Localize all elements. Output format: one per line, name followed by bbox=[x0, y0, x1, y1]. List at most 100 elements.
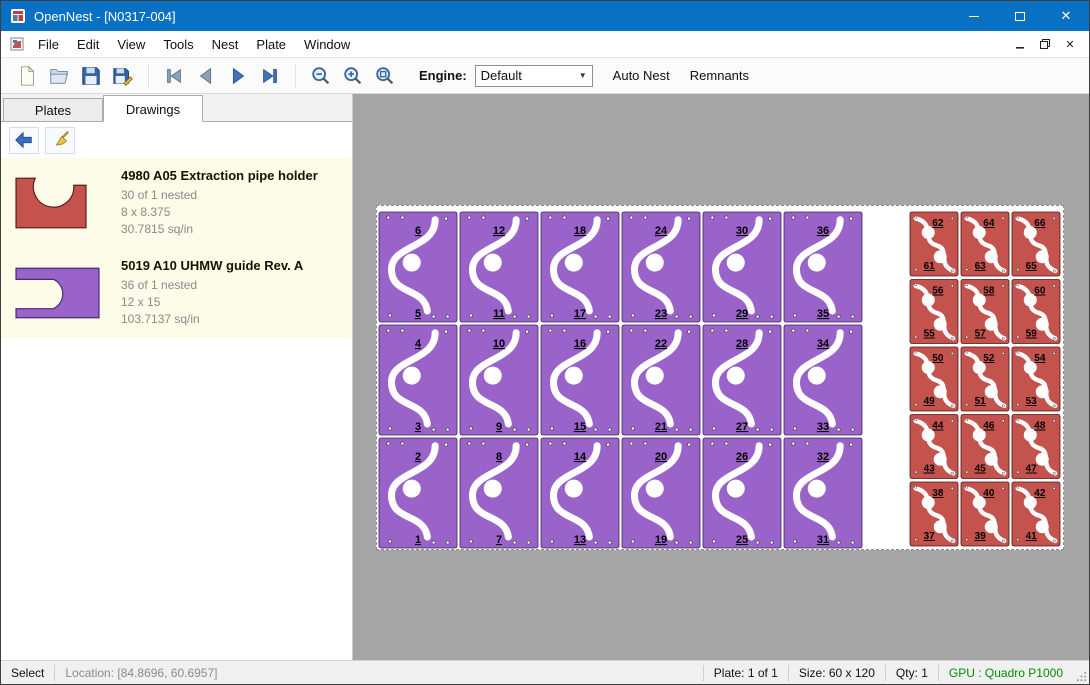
nest-canvas[interactable]: 6512111817242330293635431091615222128273… bbox=[353, 94, 1089, 660]
part-number[interactable]: 45 bbox=[975, 464, 987, 475]
mdi-restore-button[interactable] bbox=[1034, 34, 1056, 54]
part-number[interactable]: 41 bbox=[1026, 531, 1038, 542]
part-number[interactable]: 11 bbox=[493, 308, 505, 320]
minimize-button[interactable] bbox=[951, 1, 997, 31]
part-number[interactable]: 60 bbox=[1034, 286, 1046, 297]
part-number[interactable]: 57 bbox=[975, 329, 987, 340]
previous-plate-button[interactable] bbox=[190, 61, 222, 91]
menu-item-plate[interactable]: Plate bbox=[247, 32, 295, 57]
menu-item-view[interactable]: View bbox=[108, 32, 154, 57]
part-number[interactable]: 46 bbox=[983, 421, 995, 432]
part-number[interactable]: 63 bbox=[975, 261, 987, 272]
part-number[interactable]: 19 bbox=[655, 534, 667, 546]
part-number[interactable]: 4 bbox=[415, 338, 422, 350]
zoom-out-button[interactable] bbox=[305, 61, 337, 91]
resize-grip[interactable] bbox=[1073, 661, 1089, 684]
part-number[interactable]: 25 bbox=[736, 534, 748, 546]
part-number[interactable]: 47 bbox=[1026, 464, 1038, 475]
menu-item-edit[interactable]: Edit bbox=[68, 32, 108, 57]
engine-select[interactable]: Default ▼ bbox=[475, 65, 593, 87]
part-number[interactable]: 26 bbox=[736, 451, 748, 463]
part-number[interactable]: 56 bbox=[932, 286, 944, 297]
menu-item-window[interactable]: Window bbox=[295, 32, 359, 57]
menu-item-nest[interactable]: Nest bbox=[203, 32, 248, 57]
part-number[interactable]: 55 bbox=[924, 329, 936, 340]
part-number[interactable]: 10 bbox=[493, 338, 505, 350]
part-number[interactable]: 43 bbox=[924, 464, 936, 475]
part-number[interactable]: 53 bbox=[1026, 396, 1038, 407]
menu-item-file[interactable]: File bbox=[29, 32, 68, 57]
part-number[interactable]: 27 bbox=[736, 421, 748, 433]
first-plate-button[interactable] bbox=[158, 61, 190, 91]
tab-plates[interactable]: Plates bbox=[3, 98, 103, 121]
part-number[interactable]: 54 bbox=[1034, 353, 1046, 364]
part-number[interactable]: 66 bbox=[1034, 218, 1046, 229]
menu-item-tools[interactable]: Tools bbox=[154, 32, 202, 57]
last-plate-button[interactable] bbox=[254, 61, 286, 91]
part-number[interactable]: 33 bbox=[817, 421, 829, 433]
part-number[interactable]: 16 bbox=[574, 338, 586, 350]
tab-drawings[interactable]: Drawings bbox=[103, 95, 203, 122]
part-number[interactable]: 35 bbox=[817, 308, 829, 320]
part-number[interactable]: 18 bbox=[574, 225, 586, 237]
next-plate-button[interactable] bbox=[222, 61, 254, 91]
part-number[interactable]: 40 bbox=[983, 488, 995, 499]
part-number[interactable]: 28 bbox=[736, 338, 748, 350]
part-number[interactable]: 39 bbox=[975, 531, 987, 542]
new-file-button[interactable] bbox=[11, 61, 43, 91]
part-number[interactable]: 64 bbox=[983, 218, 995, 229]
close-button[interactable]: ✕ bbox=[1043, 1, 1089, 31]
part-number[interactable]: 59 bbox=[1026, 329, 1038, 340]
part-number[interactable]: 61 bbox=[924, 261, 936, 272]
part-number[interactable]: 50 bbox=[932, 353, 944, 364]
part-number[interactable]: 12 bbox=[493, 225, 505, 237]
part-number[interactable]: 65 bbox=[1026, 261, 1038, 272]
part-number[interactable]: 2 bbox=[415, 451, 421, 463]
part-number[interactable]: 23 bbox=[655, 308, 667, 320]
list-item-drawing-2[interactable]: 5019 A10 UHMW guide Rev. A 36 of 1 neste… bbox=[1, 248, 352, 338]
part-number[interactable]: 58 bbox=[983, 286, 995, 297]
part-number[interactable]: 13 bbox=[574, 534, 586, 546]
part-number[interactable]: 31 bbox=[817, 534, 829, 546]
remnants-button[interactable]: Remnants bbox=[690, 68, 749, 83]
part-number[interactable]: 20 bbox=[655, 451, 667, 463]
part-number[interactable]: 14 bbox=[574, 451, 587, 463]
mdi-minimize-button[interactable] bbox=[1009, 34, 1031, 54]
part-number[interactable]: 62 bbox=[932, 218, 944, 229]
part-number[interactable]: 38 bbox=[932, 488, 944, 499]
part-number[interactable]: 1 bbox=[415, 534, 421, 546]
part-number[interactable]: 8 bbox=[496, 451, 502, 463]
zoom-in-button[interactable] bbox=[337, 61, 369, 91]
import-button[interactable] bbox=[9, 127, 39, 154]
part-number[interactable]: 44 bbox=[932, 421, 944, 432]
part-number[interactable]: 30 bbox=[736, 225, 748, 237]
zoom-fit-button[interactable] bbox=[369, 61, 401, 91]
part-number[interactable]: 37 bbox=[924, 531, 936, 542]
clean-button[interactable] bbox=[45, 127, 75, 154]
part-number[interactable]: 9 bbox=[496, 421, 502, 433]
part-number[interactable]: 48 bbox=[1034, 421, 1046, 432]
part-number[interactable]: 52 bbox=[983, 353, 995, 364]
open-file-button[interactable] bbox=[43, 61, 75, 91]
part-number[interactable]: 21 bbox=[655, 421, 667, 433]
part-number[interactable]: 49 bbox=[924, 396, 936, 407]
maximize-button[interactable] bbox=[997, 1, 1043, 31]
part-number[interactable]: 42 bbox=[1034, 488, 1046, 499]
part-number[interactable]: 24 bbox=[655, 225, 668, 237]
part-number[interactable]: 22 bbox=[655, 338, 667, 350]
part-number[interactable]: 15 bbox=[574, 421, 586, 433]
save-button[interactable] bbox=[75, 61, 107, 91]
part-number[interactable]: 7 bbox=[496, 534, 502, 546]
plate[interactable]: 6512111817242330293635431091615222128273… bbox=[376, 205, 1064, 550]
part-number[interactable]: 5 bbox=[415, 308, 421, 320]
part-number[interactable]: 32 bbox=[817, 451, 829, 463]
part-number[interactable]: 3 bbox=[415, 421, 421, 433]
part-number[interactable]: 29 bbox=[736, 308, 748, 320]
part-number[interactable]: 34 bbox=[817, 338, 830, 350]
plate-svg[interactable]: 6512111817242330293635431091615222128273… bbox=[377, 206, 1063, 549]
part-number[interactable]: 36 bbox=[817, 225, 829, 237]
part-number[interactable]: 17 bbox=[574, 308, 586, 320]
mdi-close-button[interactable]: ✕ bbox=[1059, 34, 1081, 54]
list-item-drawing-1[interactable]: 4980 A05 Extraction pipe holder 30 of 1 … bbox=[1, 158, 352, 248]
save-as-button[interactable] bbox=[107, 61, 139, 91]
